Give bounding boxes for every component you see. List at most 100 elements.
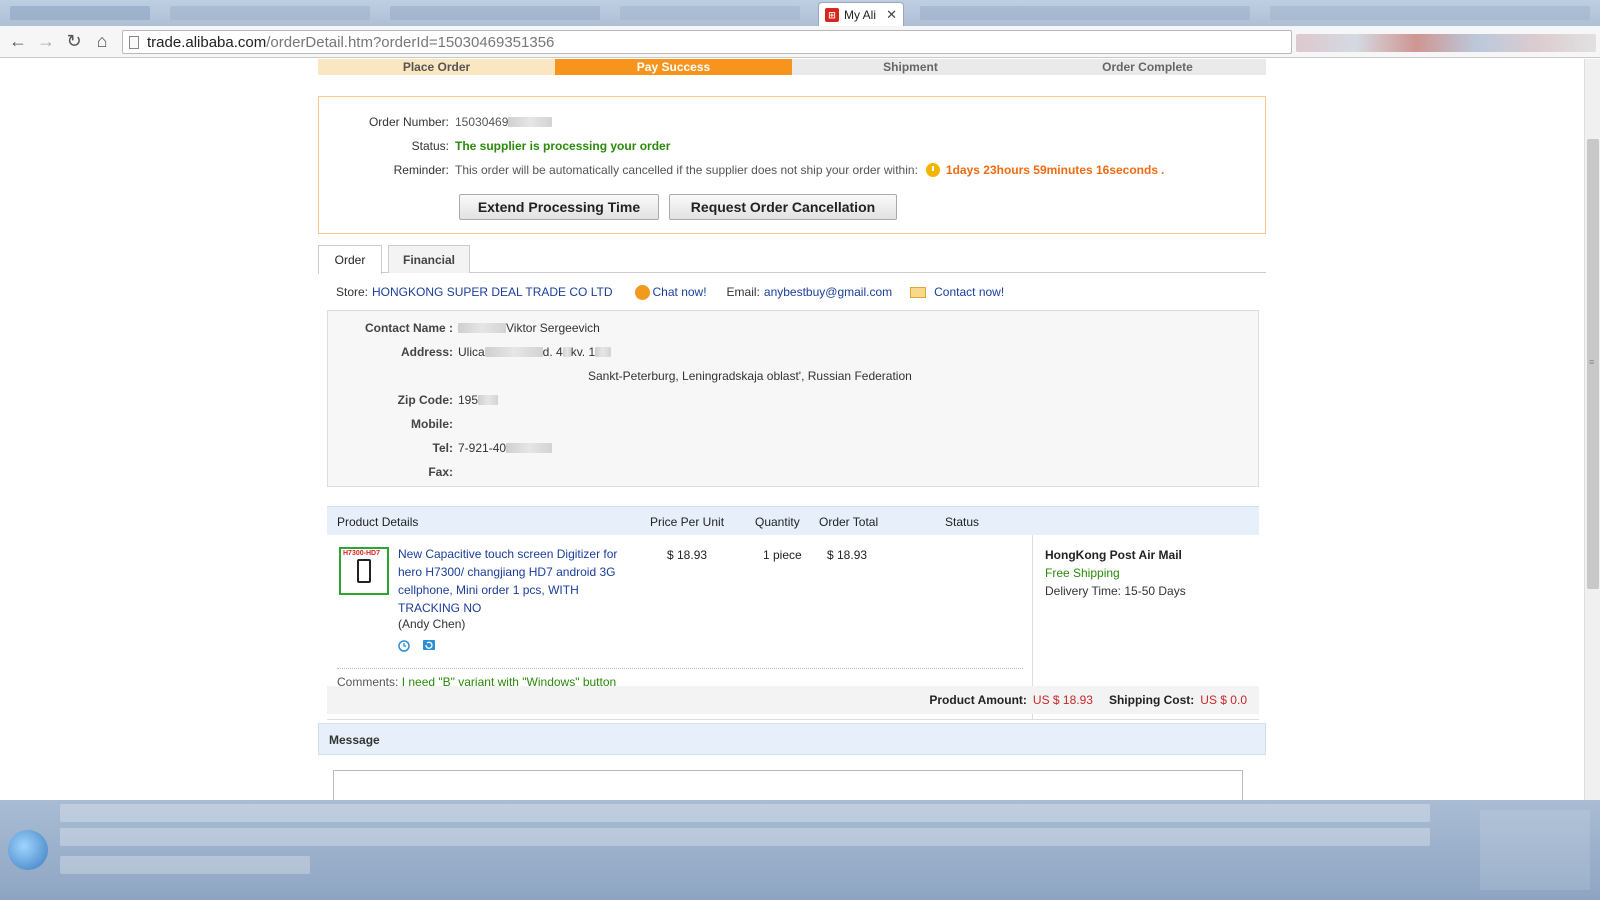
dotted-divider [337,668,1023,669]
product-amount-label: Product Amount: [929,693,1027,707]
status-row: Status: The supplier is processing your … [319,139,671,153]
email-link[interactable]: anybestbuy@gmail.com [764,285,892,299]
tel-label: Tel: [432,441,453,455]
address-line2-value: Sankt-Peterburg, Leningradskaja oblast',… [588,369,912,383]
address-label: Address: [400,345,453,359]
col-quantity: Quantity [755,515,800,529]
quantity: 1 piece [763,548,802,562]
thumbnail-tag: H7300-HD7 [343,550,380,557]
redacted-mask [562,347,571,357]
back-arrow-icon[interactable]: ← [4,28,32,56]
mobile-label: Mobile: [411,417,453,431]
address-line2: Sankt-Peterburg, Leningradskaja oblast',… [588,369,912,383]
store-line: Store: HONGKONG SUPER DEAL TRADE CO LTD … [336,284,1004,300]
page-content: Place Order Pay Success Shipment Order C… [0,59,1584,800]
blurred-extensions [1296,34,1596,52]
tab-order[interactable]: Order [318,245,382,274]
order-number-row: Order Number: 15030469 [319,115,553,129]
alarm-clock-icon[interactable] [397,638,411,652]
col-status: Status [945,515,980,529]
fax-label: Fax: [428,465,453,479]
product-thumbnail[interactable]: H7300-HD7 [339,547,389,595]
chat-icon[interactable] [634,284,650,300]
tab-financial[interactable]: Financial [388,245,470,273]
browser-tabstrip: ⊞ My Ali ✕ [0,0,1600,26]
tab-title: My Ali [844,7,877,22]
blurred-tabs [10,6,150,20]
system-tray[interactable] [1480,810,1590,890]
redacted-mask [506,443,553,453]
blurred-quicklaunch [60,856,310,874]
zip-label: Zip Code: [397,393,453,407]
chat-now-link[interactable]: Chat now! [653,285,707,299]
col-price-per-unit: Price Per Unit [650,515,725,529]
step-order-complete: Order Complete [1029,59,1266,75]
tel-row: Tel: 7-921-40 [328,441,553,455]
redacted-mask [484,347,543,357]
request-order-cancellation-button[interactable]: Request Order Cancellation [669,194,897,220]
order-number-value: 15030469 [455,115,509,129]
step-place-order: Place Order [318,59,555,75]
delivery-label: Delivery Time: [1045,584,1122,598]
order-tabs: Order Financial [318,245,1266,274]
reminder-row: Reminder: This order will be automatical… [319,163,1164,177]
blurred-tabs [390,6,600,20]
message-heading: Message [318,723,1266,755]
contact-name-value: Viktor Sergeevich [506,321,600,335]
product-title-link[interactable]: New Capacitive touch screen Digitizer fo… [398,545,626,617]
scrollbar-grip-icon: ≡ [1589,357,1595,367]
delivery-value: 15-50 Days [1124,584,1186,598]
contact-name-label: Contact Name : [364,321,453,335]
price-per-unit: $ 18.93 [667,548,708,562]
page-icon [129,35,139,49]
reload-icon[interactable]: ↻ [60,28,88,56]
shipping-method: HongKong Post Air Mail [1045,548,1182,562]
countdown-period: . [1161,163,1165,177]
shipping-cost-value: US $ 0.0 [1200,693,1247,707]
address-line1-c: kv. 1 [570,345,596,359]
blurred-taskbar-row [60,804,1430,822]
message-textarea[interactable] [333,770,1243,800]
blurred-tabs [920,6,1250,20]
col-order-total: Order Total [819,515,879,529]
step-shipment: Shipment [792,59,1029,75]
address-line1-b: d. 4 [542,345,563,359]
url-host: trade.alibaba.com [147,33,267,51]
contact-now-link[interactable]: Contact now! [934,285,1004,299]
browser-toolbar: ← → ↻ ⌂ trade.alibaba.com/orderDetail.ht… [0,26,1600,58]
status-label: Status: [411,139,449,153]
extension-icons[interactable] [1296,30,1596,54]
extend-processing-time-button[interactable]: Extend Processing Time [459,194,659,220]
tel-value: 7-921-40 [458,441,507,455]
reminder-label: Reminder: [393,163,449,177]
envelope-icon[interactable] [910,286,927,298]
close-tab-icon[interactable]: ✕ [886,7,897,23]
fax-row: Fax: [328,465,458,479]
order-number-label: Order Number: [368,115,449,129]
product-amount-value: US $ 18.93 [1032,693,1093,707]
shipping-address-box: Contact Name : Viktor Sergeevich Address… [327,310,1259,487]
address-bar[interactable]: trade.alibaba.com/orderDetail.htm?orderI… [122,30,1292,54]
totals-bar: Product Amount: US $ 18.93 Shipping Cost… [327,686,1259,714]
redacted-mask [458,323,506,333]
start-button-icon[interactable] [8,830,48,870]
zip-row: Zip Code: 195 [328,393,499,407]
status-value: The supplier is processing your order [455,139,671,153]
home-icon[interactable]: ⌂ [88,28,116,56]
store-name-link[interactable]: HONGKONG SUPER DEAL TRADE CO LTD [372,285,613,299]
alibaba-cart-icon: ⊞ [825,7,839,22]
countdown-timer: 1days 23hours 59minutes 16seconds [945,163,1159,177]
store-label: Store: [336,285,369,299]
page-scrollbar[interactable]: ≡ [1584,59,1600,800]
address-row: Address: Ulica d. 4 kv. 1 [328,345,612,359]
redacted-mask [508,117,553,127]
col-product-details: Product Details [337,515,419,529]
blurred-taskbar-row [60,828,1430,846]
reminder-text: This order will be automatically cancell… [455,163,918,177]
refresh-icon[interactable] [422,638,436,652]
blurred-tabs [620,6,800,20]
os-taskbar [0,800,1600,900]
step-pay-success: Pay Success [555,59,792,75]
forward-arrow-icon[interactable]: → [32,28,60,56]
active-browser-tab[interactable]: ⊞ My Ali ✕ [818,2,904,26]
